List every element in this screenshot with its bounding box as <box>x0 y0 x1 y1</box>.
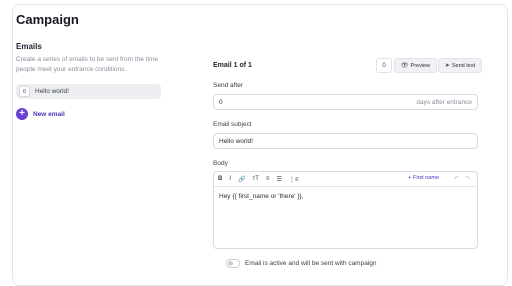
email-subject-field[interactable]: Hello world! <box>213 133 478 149</box>
body-label: Body <box>213 160 228 167</box>
send-test-button[interactable]: ➤ Send test <box>438 58 482 73</box>
body-editor[interactable]: B I 🔗 тT ≡ ☰ ⋮≡ + First name ↶ ↷ Hey {{ … <box>213 171 478 249</box>
preview-label: Preview <box>410 62 431 69</box>
numbered-list-icon[interactable]: ⋮≡ <box>289 176 299 183</box>
editor-toolbar: B I 🔗 тT ≡ ☰ ⋮≡ + First name ↶ ↷ <box>214 172 477 187</box>
send-after-field[interactable]: 0 days after entrance <box>213 94 478 110</box>
email-list-item[interactable]: 0 Hello world! <box>16 84 161 99</box>
redo-icon[interactable]: ↷ <box>465 175 470 182</box>
bullet-list-icon[interactable]: ☰ <box>276 176 281 183</box>
eye-icon: 👁 <box>400 63 409 69</box>
email-counter-badge: 0 <box>376 58 392 73</box>
active-toggle[interactable] <box>226 259 240 268</box>
emails-description: Create a series of emails to be sent fro… <box>16 56 158 73</box>
send-test-label: Send test <box>451 62 476 69</box>
emails-section-title: Emails <box>16 42 42 51</box>
link-icon[interactable]: 🔗 <box>238 176 245 183</box>
email-subject-label: Email subject <box>213 121 252 128</box>
active-toggle-row: Email is active and will be sent with ca… <box>226 259 377 268</box>
email-subject-value: Hello world! <box>219 137 253 145</box>
active-toggle-label: Email is active and will be sent with ca… <box>245 260 377 267</box>
email-item-label: Hello world! <box>35 88 69 95</box>
email-header: Email 1 of 1 <box>213 62 252 69</box>
new-email-label: New email <box>33 110 65 118</box>
insert-first-name-button[interactable]: + First name <box>408 175 439 181</box>
send-after-label: Send after <box>213 82 243 89</box>
toggle-knob <box>228 261 233 266</box>
text-size-icon[interactable]: тT <box>253 176 259 182</box>
bold-button[interactable]: B <box>218 176 222 182</box>
plus-icon: + <box>16 108 28 120</box>
send-after-suffix: days after entrance <box>416 98 472 106</box>
preview-button[interactable]: 👁 Preview <box>394 58 437 73</box>
page-title: Campaign <box>16 12 79 27</box>
italic-button[interactable]: I <box>229 176 231 182</box>
new-email-button[interactable]: + New email <box>16 108 65 120</box>
send-after-value: 0 <box>219 98 223 106</box>
undo-icon[interactable]: ↶ <box>454 175 459 182</box>
email-index-badge: 0 <box>19 86 30 97</box>
send-icon: ➤ <box>444 63 450 69</box>
ordered-list-icon[interactable]: ≡ <box>266 176 270 182</box>
email-body-content[interactable]: Hey {{ first_name or 'there' }}, <box>214 187 477 206</box>
